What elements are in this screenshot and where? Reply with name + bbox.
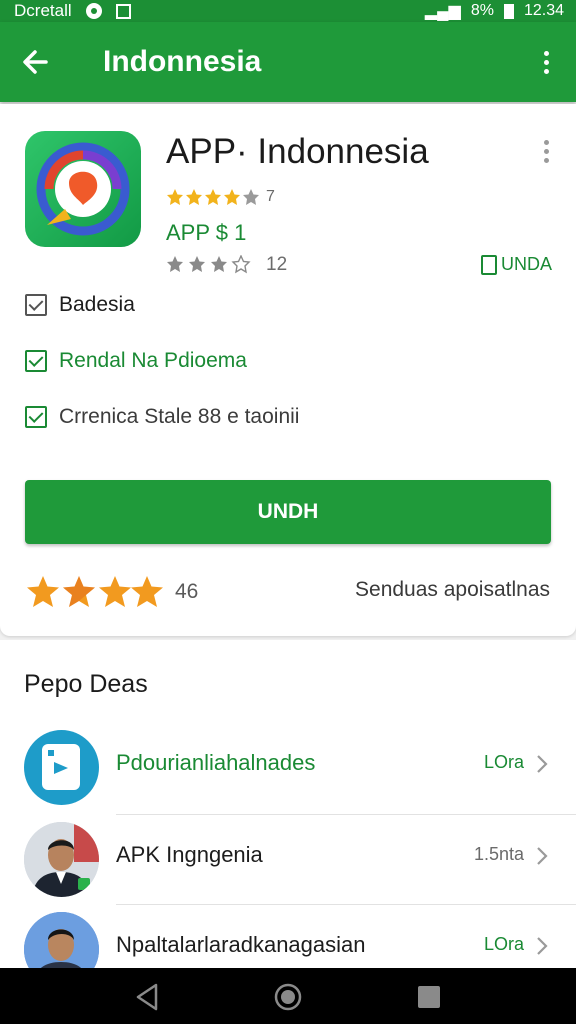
rating-count: 7: [266, 188, 275, 205]
list-item-name: APK Ingngenia: [116, 842, 263, 867]
card-overflow-icon[interactable]: [544, 140, 554, 163]
tag-label: UNDA: [500, 254, 552, 274]
app-list-icon: [24, 730, 99, 805]
status-carrier-text: Dcretall: [14, 1, 72, 20]
back-arrow-icon[interactable]: [16, 44, 56, 80]
list-item-meta: 1.5nta: [473, 844, 524, 864]
checkbox-label: Rendal Na Pdioema: [59, 349, 247, 372]
checkbox-row[interactable]: Rendal Na Pdioema: [25, 349, 247, 373]
checkbox-row[interactable]: Badesia: [25, 293, 135, 317]
page-title: Indonnesia: [103, 45, 262, 78]
section-title: Pepo Deas: [24, 670, 148, 698]
battery-icon: [503, 3, 514, 19]
tag-box-icon: [480, 254, 497, 275]
list-item[interactable]: Pdourianliahalnades LOra: [0, 722, 576, 812]
checkbox-icon[interactable]: [25, 350, 47, 372]
clock-text: 12.34: [523, 2, 564, 19]
review-count: 46: [175, 580, 199, 603]
gray-stars-icon: [167, 255, 251, 274]
screenshot-icon: [115, 3, 131, 19]
list-item-name: Pdourianliahalnades: [116, 750, 316, 775]
chevron-right-icon: [537, 937, 548, 955]
list-item-name: Npaltalarlaradkanagasian: [116, 932, 366, 957]
app-name: APP· Indonnesia: [166, 132, 429, 171]
app-rating: 7: [166, 188, 275, 206]
app-detail-card: APP· Indonnesia 7 APP $ 1 12 UNDA Badesi…: [0, 104, 576, 636]
recents-square-icon[interactable]: [414, 982, 444, 1012]
list-item-meta: LOra: [483, 752, 524, 772]
battery-percent: 8%: [470, 2, 494, 19]
install-button[interactable]: UNDH: [25, 480, 551, 544]
big-stars-icon: [27, 576, 163, 607]
review-stars: 46: [25, 574, 198, 610]
checkbox-icon[interactable]: [25, 406, 47, 428]
app-price: APP $ 1: [166, 220, 247, 245]
chevron-right-icon: [537, 755, 548, 773]
related-section: Pepo Deas Pdourianliahalnades LOra APK I…: [0, 640, 576, 987]
reviews-caption[interactable]: Senduas apoisatlnas: [355, 578, 550, 602]
rating-stars-icon: [167, 189, 259, 205]
signal-icon: ▂▄▆: [424, 3, 461, 20]
back-triangle-icon[interactable]: [132, 982, 162, 1012]
list-item[interactable]: APK Ingngenia 1.5nta: [0, 814, 576, 904]
chevron-right-icon: [537, 847, 548, 865]
checkbox-icon[interactable]: [25, 294, 47, 316]
checkbox-row[interactable]: Crrenica Stale 88 e taoinii: [25, 405, 299, 429]
list-item-meta: LOra: [483, 934, 524, 954]
status-bar: Dcretall ▂▄▆ 8% 12.34: [0, 0, 576, 22]
secondary-rating-count: 12: [266, 254, 288, 275]
checkbox-label: Badesia: [59, 293, 135, 316]
secondary-rating: 12: [166, 254, 287, 276]
checkbox-label: Crrenica Stale 88 e taoinii: [59, 405, 300, 428]
system-nav-bar: [0, 968, 576, 1024]
notification-icon: [85, 3, 102, 19]
undo-tag[interactable]: UNDA: [480, 254, 552, 275]
overflow-menu-icon[interactable]: [532, 44, 560, 80]
app-logo-icon: [25, 131, 141, 247]
avatar: [24, 822, 99, 897]
app-bar: Indonnesia: [0, 22, 576, 102]
home-circle-icon[interactable]: [273, 982, 303, 1012]
